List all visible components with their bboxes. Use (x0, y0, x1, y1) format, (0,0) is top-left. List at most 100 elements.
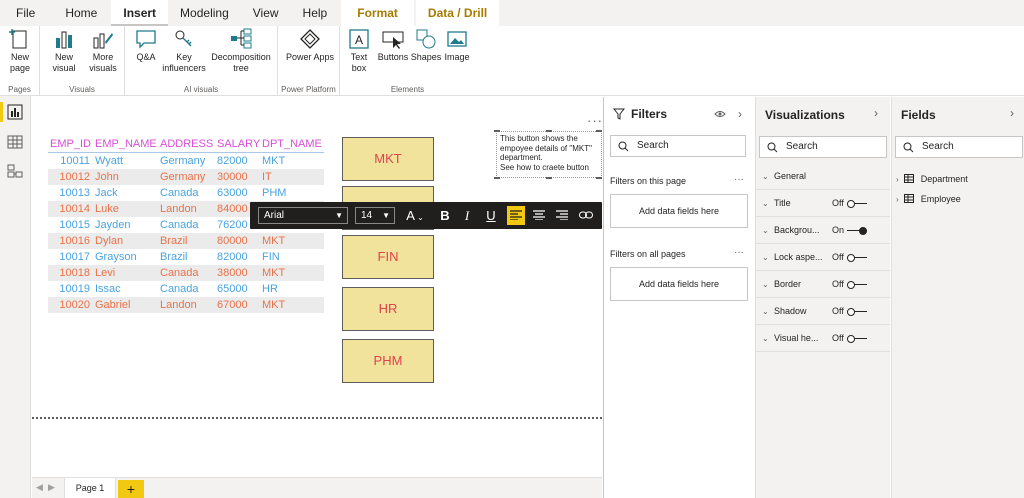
link-icon[interactable] (576, 206, 596, 225)
format-card-row[interactable]: ⌄ Backgrou... On (756, 217, 890, 244)
table-row[interactable]: 10018 Levi Canada 38000 MKT (48, 265, 324, 281)
filters-pane: Filters › Search Filters on this page ··… (603, 97, 754, 498)
fields-search-input[interactable]: Search (895, 136, 1023, 158)
new-page-button[interactable]: New page (4, 28, 36, 74)
tab-help[interactable]: Help (291, 0, 340, 26)
table-row[interactable]: 10020 Gabriel Landon 67000 MKT (48, 297, 324, 313)
rail-active-indicator (0, 102, 3, 122)
italic-icon[interactable]: I (458, 206, 476, 225)
resize-handle[interactable] (494, 130, 500, 132)
dept-button-phm[interactable]: PHM (342, 339, 434, 383)
all-pages-filters-drop-well[interactable]: Add data fields here (610, 267, 748, 301)
header-emp-name[interactable]: EMP_NAME (93, 135, 160, 152)
chevron-right-icon[interactable]: ▶ (48, 482, 55, 493)
toggle-switch[interactable] (847, 281, 867, 289)
image-button[interactable]: Image (442, 28, 472, 63)
shapes-button[interactable]: Shapes (410, 28, 442, 63)
report-view-icon[interactable] (7, 104, 23, 120)
format-card-row[interactable]: ⌄ Border Off (756, 271, 890, 298)
visualizations-search-input[interactable]: Search (759, 136, 887, 158)
field-table-employee[interactable]: › Employee (896, 192, 961, 206)
toggle-switch[interactable] (847, 200, 867, 208)
cell-salary: 82000 (217, 155, 248, 167)
align-right-icon[interactable] (553, 206, 571, 225)
collapse-fields-icon[interactable]: › (1010, 106, 1014, 120)
page-filters-drop-well[interactable]: Add data fields here (610, 194, 748, 228)
format-card-row[interactable]: ⌄ Shadow Off (756, 298, 890, 325)
table-row[interactable]: 10012 John Germany 30000 IT (48, 169, 324, 185)
resize-handle[interactable] (596, 177, 602, 179)
resize-handle[interactable] (546, 130, 552, 132)
key-influencers-button[interactable]: Key influencers (161, 28, 207, 74)
resize-handle[interactable] (494, 177, 500, 179)
chevron-right-icon: › (896, 175, 899, 184)
more-visuals-button[interactable]: More visuals (84, 28, 122, 74)
more-visuals-label: More visuals (89, 52, 117, 73)
qa-button[interactable]: Q&A (133, 28, 159, 63)
toggle-switch[interactable] (847, 308, 867, 316)
table-row[interactable]: 10013 Jack Canada 63000 PHM (48, 185, 324, 201)
more-options-icon[interactable]: ··· (734, 174, 744, 185)
buttons-button[interactable]: Buttons (376, 28, 410, 63)
font-size-dropdown[interactable]: 14 ▼ (355, 207, 395, 224)
format-card-row[interactable]: ⌄ Lock aspe... Off (756, 244, 890, 271)
header-salary[interactable]: SALARY (217, 135, 262, 152)
table-row[interactable]: 10017 Grayson Brazil 82000 FIN (48, 249, 324, 265)
filters-search-input[interactable]: Search (610, 135, 746, 157)
header-emp-id[interactable]: EMP_ID (48, 135, 93, 152)
dept-button-hr[interactable]: HR (342, 287, 434, 331)
image-icon (447, 31, 467, 47)
table-row[interactable]: 10016 Dylan Brazil 80000 MKT (48, 233, 324, 249)
collapse-filters-icon[interactable]: › (738, 107, 742, 121)
toggle-switch[interactable] (847, 335, 867, 343)
eye-icon[interactable] (714, 110, 726, 118)
format-card-label: General (774, 171, 807, 181)
tab-data-drill[interactable]: Data / Drill (415, 0, 500, 26)
decomposition-tree-button[interactable]: Decomposition tree (207, 28, 275, 74)
table-row[interactable]: 10011 Wyatt Germany 82000 MKT (48, 153, 324, 169)
tab-insert[interactable]: Insert (111, 0, 169, 26)
more-options-icon[interactable]: ··· (734, 247, 744, 258)
tab-home[interactable]: Home (47, 0, 111, 26)
align-center-icon[interactable] (530, 206, 548, 225)
dept-button-mkt[interactable]: MKT (342, 137, 434, 181)
toggle-switch[interactable] (847, 227, 867, 235)
new-visual-button[interactable]: New visual (46, 28, 82, 74)
more-options-icon[interactable]: ··· (587, 113, 603, 128)
format-card-row[interactable]: ⌄ General (756, 163, 890, 190)
underline-icon[interactable]: U (482, 206, 500, 225)
format-card-row[interactable]: ⌄ Title Off (756, 190, 890, 217)
data-view-icon[interactable] (7, 134, 23, 150)
resize-handle[interactable] (596, 130, 602, 132)
tab-view[interactable]: View (241, 0, 291, 26)
header-dpt-name[interactable]: DPT_NAME (262, 135, 324, 152)
bold-icon[interactable]: B (436, 206, 454, 225)
cell-emp-id: 10017 (59, 251, 90, 263)
header-address[interactable]: ADDRESS (160, 135, 217, 152)
resize-handle[interactable] (546, 177, 552, 179)
page-tabs-bar: ◀ ▶ Page 1 + (32, 477, 602, 498)
power-apps-button[interactable]: Power Apps (282, 28, 338, 63)
format-card-row[interactable]: ⌄ Visual he... Off (756, 325, 890, 352)
text-box-visual[interactable]: This button shows the empoyee details of… (496, 131, 602, 178)
chevron-left-icon[interactable]: ◀ (36, 482, 43, 493)
font-color-button[interactable]: A ⌄ (402, 206, 428, 225)
font-family-dropdown[interactable]: Arial ▼ (258, 207, 348, 224)
table-row[interactable]: 10019 Issac Canada 65000 HR (48, 281, 324, 297)
search-icon (903, 142, 914, 153)
new-page-label: New page (9, 52, 31, 73)
toggle-switch[interactable] (847, 254, 867, 262)
page-tab-1[interactable]: Page 1 (64, 478, 116, 498)
field-table-label: Department (920, 174, 968, 184)
align-left-icon[interactable] (507, 206, 525, 225)
tab-modeling[interactable]: Modeling (168, 0, 241, 26)
cell-dpt-name: MKT (262, 155, 286, 167)
tab-format[interactable]: Format (341, 0, 414, 26)
add-page-button[interactable]: + (118, 480, 144, 498)
text-box-button[interactable]: A Text box (346, 28, 372, 74)
model-view-icon[interactable] (7, 163, 23, 179)
tab-file[interactable]: File (0, 0, 47, 26)
field-table-department[interactable]: › Department (896, 172, 968, 186)
collapse-visualizations-icon[interactable]: › (874, 106, 878, 120)
dept-button-fin[interactable]: FIN (342, 235, 434, 279)
